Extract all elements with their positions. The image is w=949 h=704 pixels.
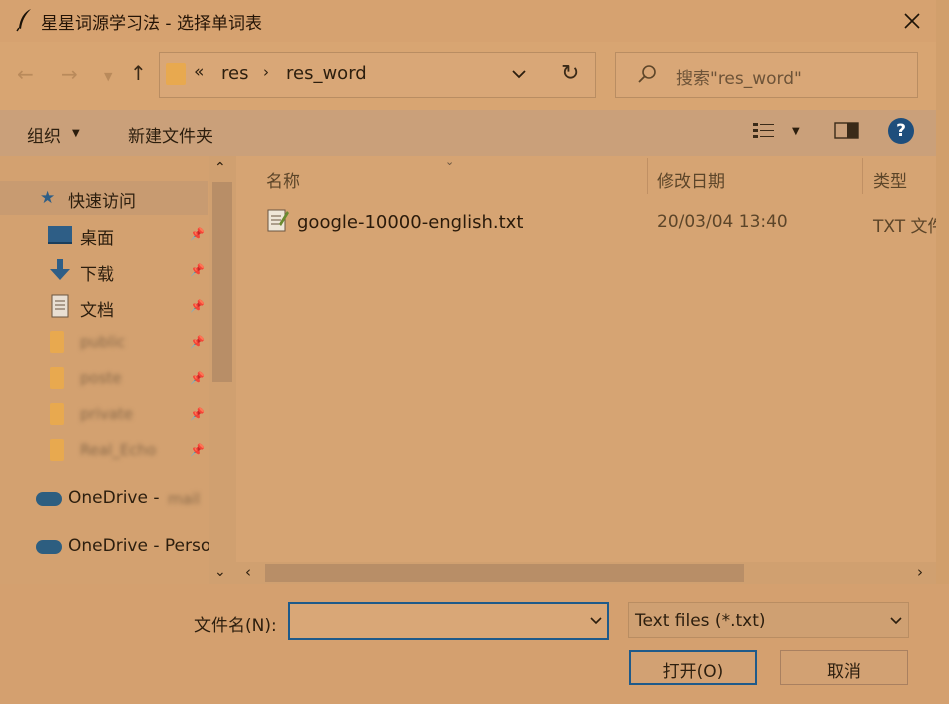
- nav-item-documents[interactable]: 文档: [80, 296, 114, 321]
- onedrive-account-blurred: mail: [168, 490, 201, 508]
- nav-item-desktop[interactable]: 桌面: [80, 224, 114, 249]
- sort-indicator-icon: ⌄: [445, 155, 455, 168]
- search-icon: [638, 65, 656, 83]
- text-file-icon: [267, 209, 289, 232]
- chevron-down-icon[interactable]: ▼: [104, 70, 112, 83]
- desktop-icon: [48, 226, 72, 244]
- nav-item-poste[interactable]: poste: [80, 369, 122, 387]
- pin-icon: 📌: [190, 335, 205, 349]
- nav-item-public[interactable]: public: [80, 333, 125, 351]
- folder-icon: [50, 403, 64, 425]
- pin-icon: 📌: [190, 371, 205, 385]
- search-input[interactable]: 搜索"res_word": [676, 64, 802, 89]
- nav-item-real-echo[interactable]: Real_Echo: [80, 441, 156, 459]
- nav-item-quick-access[interactable]: 快速访问: [68, 187, 136, 212]
- breadcrumb-res-word[interactable]: res_word: [286, 63, 367, 84]
- pin-icon: 📌: [190, 443, 205, 457]
- folder-icon: [50, 367, 64, 389]
- breadcrumb-res[interactable]: res: [221, 63, 248, 84]
- breadcrumb-overflow[interactable]: «: [194, 62, 204, 82]
- arrow-right-icon[interactable]: →: [61, 62, 78, 86]
- star-icon: ★: [40, 188, 56, 208]
- window-title: 星星词源学习法 - 选择单词表: [41, 14, 262, 34]
- close-icon[interactable]: [892, 4, 932, 38]
- filename-label: 文件名(N):: [194, 616, 277, 636]
- preview-pane-icon[interactable]: [834, 122, 860, 140]
- nav-item-onedrive-work[interactable]: OneDrive -: [68, 488, 159, 508]
- filetype-value[interactable]: Text files (*.txt): [635, 611, 766, 631]
- cancel-button-label[interactable]: 取消: [780, 657, 908, 682]
- onedrive-icon: [36, 540, 62, 554]
- column-divider[interactable]: [647, 158, 648, 194]
- nav-item-onedrive-personal[interactable]: OneDrive - Perso: [68, 536, 209, 556]
- chevron-down-icon[interactable]: [510, 66, 528, 82]
- onedrive-icon: [36, 492, 62, 506]
- new-folder-button[interactable]: 新建文件夹: [128, 122, 213, 147]
- pin-icon: 📌: [190, 407, 205, 421]
- folder-icon: [50, 439, 64, 461]
- file-row-modified: 20/03/04 13:40: [657, 212, 788, 232]
- chevron-right-icon[interactable]: ›: [917, 563, 923, 581]
- nav-item-downloads[interactable]: 下载: [80, 260, 114, 285]
- feather-icon: [16, 9, 31, 32]
- arrow-up-icon[interactable]: ↑: [130, 61, 147, 85]
- arrow-left-icon[interactable]: ←: [17, 62, 34, 86]
- chevron-down-icon[interactable]: ⌄: [214, 564, 226, 580]
- column-divider[interactable]: [862, 158, 863, 194]
- column-header-type[interactable]: 类型: [873, 167, 907, 192]
- folder-icon: [166, 63, 186, 85]
- folder-icon: [50, 331, 64, 353]
- chevron-down-icon[interactable]: ▼: [72, 128, 80, 139]
- file-row-type: TXT 文件: [873, 217, 945, 237]
- open-button-label[interactable]: 打开(O): [629, 657, 757, 682]
- chevron-left-icon[interactable]: ‹: [245, 563, 251, 581]
- horizontal-scrollbar-thumb[interactable]: [265, 564, 744, 582]
- chevron-down-icon[interactable]: [888, 614, 904, 628]
- breadcrumb-separator[interactable]: ›: [263, 63, 269, 81]
- nav-item-private[interactable]: private: [80, 405, 133, 423]
- help-icon[interactable]: ?: [888, 118, 914, 144]
- chevron-down-icon[interactable]: [588, 614, 604, 628]
- organize-menu[interactable]: 组织: [27, 122, 61, 147]
- document-icon: [51, 294, 69, 318]
- pin-icon: 📌: [190, 299, 205, 313]
- view-options-icon[interactable]: [752, 121, 778, 141]
- file-row-name[interactable]: google-10000-english.txt: [297, 212, 523, 233]
- chevron-down-icon[interactable]: ▼: [792, 126, 800, 137]
- download-icon: [50, 259, 70, 280]
- column-header-modified[interactable]: 修改日期: [657, 167, 725, 192]
- filename-input[interactable]: [288, 602, 609, 640]
- pin-icon: 📌: [190, 227, 205, 241]
- pin-icon: 📌: [190, 263, 205, 277]
- refresh-icon[interactable]: ↻: [561, 61, 579, 86]
- nav-scrollbar-thumb[interactable]: [212, 182, 232, 382]
- chevron-up-icon[interactable]: ⌃: [214, 160, 226, 176]
- column-header-name[interactable]: 名称: [266, 167, 300, 192]
